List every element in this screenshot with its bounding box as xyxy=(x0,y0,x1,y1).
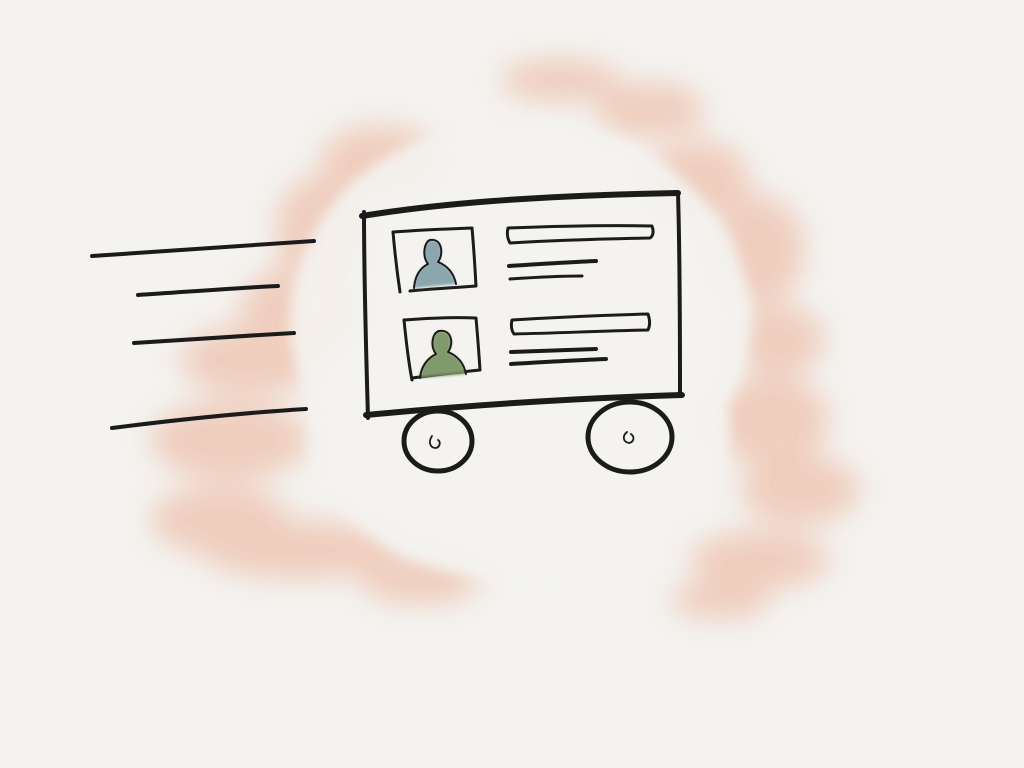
sketch-illustration xyxy=(0,0,1024,768)
sketch-canvas xyxy=(0,0,1024,768)
